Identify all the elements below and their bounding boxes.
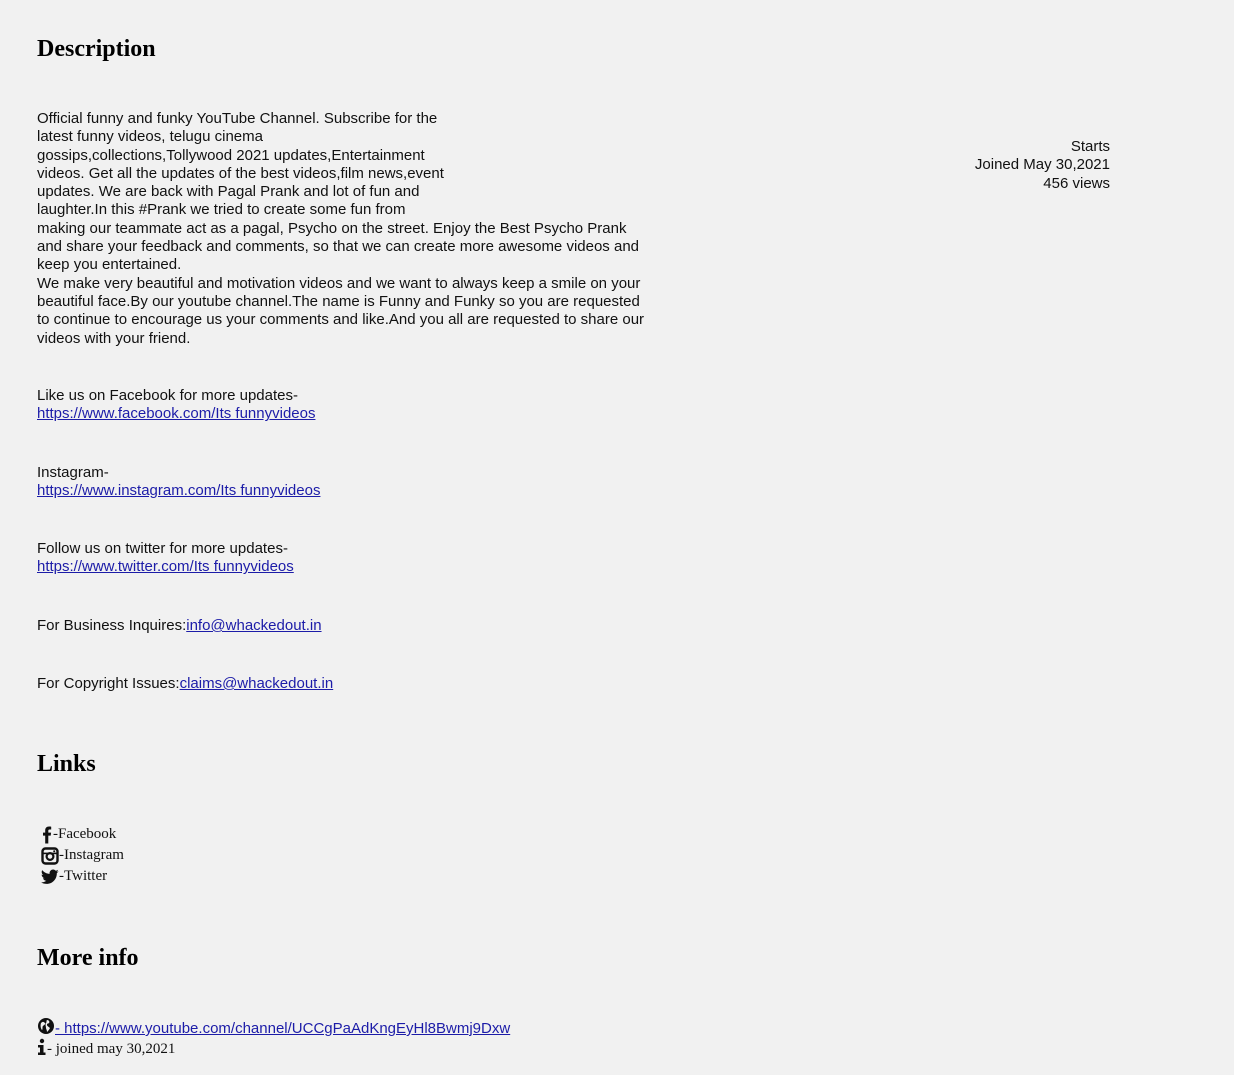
social-link-facebook[interactable]: -Facebook <box>41 824 124 845</box>
stats-joined: Joined May 30,2021 <box>974 156 1110 174</box>
description-heading: Description <box>37 36 156 62</box>
joined-text: - joined may 30,2021 <box>47 1041 176 1057</box>
joined-row: - joined may 30,2021 <box>37 1038 510 1062</box>
channel-url-link[interactable]: - https://www.youtube.com/channel/UCCgPa… <box>55 1018 510 1039</box>
facebook-link[interactable]: https://www.facebook.com/Its funnyvideos <box>37 405 315 422</box>
copyright-email-link[interactable]: claims@whackedout.in <box>180 675 334 692</box>
description-line: and share your feedback and comments, so… <box>37 238 639 256</box>
business-text: For Business Inquires: <box>37 617 187 634</box>
twitter-text: Follow us on twitter for more updates- <box>37 540 288 557</box>
social-link-label: -Twitter <box>59 868 108 884</box>
business-email-link[interactable]: info@whackedout.in <box>186 617 321 634</box>
links-heading: Links <box>37 751 96 777</box>
description-line: laughter.In this #Prank we tried to crea… <box>37 201 406 219</box>
stats-views: 456 views <box>1043 174 1110 192</box>
social-link-label: -Facebook <box>53 826 117 842</box>
stats-starts: Starts <box>1070 138 1110 155</box>
description-line: Official funny and funky YouTube Channel… <box>37 110 438 127</box>
channel-stats: Starts Joined May 30,2021 456 views <box>975 138 1110 193</box>
facebook-block: Like us on Facebook for more updates- ht… <box>37 387 315 424</box>
twitter-link[interactable]: https://www.twitter.com/Its funnyvideos <box>37 558 294 575</box>
instagram-link[interactable]: https://www.instagram.com/Its funnyvideo… <box>37 482 320 499</box>
social-link-label: -Instagram <box>59 847 124 863</box>
description-line: making our teammate act as a pagal, Psyc… <box>37 219 627 237</box>
description-line: keep you entertained. <box>37 256 182 274</box>
twitter-icon <box>41 869 59 885</box>
description-line: updates. We are back with Pagal Prank an… <box>37 183 420 201</box>
description-line: gossips,collections,Tollywood 2021 updat… <box>37 146 425 164</box>
social-links: -Facebook -Instagram -Twitter <box>41 824 124 887</box>
description-line: videos with your friend. <box>37 329 191 347</box>
more-info-heading: More info <box>37 945 139 971</box>
social-link-twitter[interactable]: -Twitter <box>41 866 124 887</box>
instagram-icon <box>41 846 59 865</box>
twitter-block: Follow us on twitter for more updates- h… <box>37 540 294 577</box>
description-line: beautiful face.By our youtube channel.Th… <box>37 292 640 310</box>
facebook-icon <box>41 826 53 844</box>
copyright-text: For Copyright Issues: <box>37 675 180 692</box>
description-line: to continue to encourage us your comment… <box>37 311 645 329</box>
description-line: latest funny videos, telugu cinema <box>37 128 263 146</box>
more-info-list: - https://www.youtube.com/channel/UCCgPa… <box>37 1017 510 1062</box>
description-line: videos. Get all the updates of the best … <box>37 164 444 182</box>
business-inquiry: For Business Inquires:info@whackedout.in <box>37 617 322 635</box>
description-body: Official funny and funky YouTube Channel… <box>37 110 662 348</box>
description-line: We make very beautiful and motivation vi… <box>37 274 641 292</box>
copyright-issues: For Copyright Issues:claims@whackedout.i… <box>37 675 333 693</box>
channel-url-row: - https://www.youtube.com/channel/UCCgPa… <box>37 1017 510 1039</box>
info-icon <box>37 1038 47 1062</box>
instagram-block: Instagram- https://www.instagram.com/Its… <box>37 464 320 501</box>
facebook-text: Like us on Facebook for more updates- <box>37 387 298 404</box>
social-link-instagram[interactable]: -Instagram <box>41 845 124 866</box>
instagram-text: Instagram- <box>37 464 109 481</box>
